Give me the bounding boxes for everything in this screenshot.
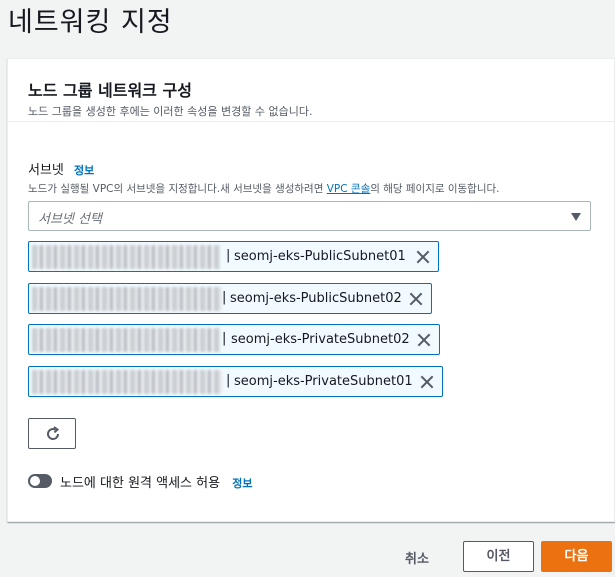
subnets-description: 노드가 실행될 VPC의 서브넷을 지정합니다.새 서브넷을 생성하려면 VPC…: [28, 181, 500, 196]
caret-down-icon: [571, 213, 581, 221]
token-separator: |: [226, 248, 231, 263]
subnet-token: | seomj-eks-PublicSubnet02: [28, 283, 432, 314]
subnet-name: seomj-eks-PrivateSubnet01: [234, 374, 413, 389]
subnet-name: seomj-eks-PrivateSubnet02: [231, 332, 410, 347]
refresh-icon: [47, 426, 60, 440]
subnet-name: seomj-eks-PublicSubnet01: [234, 249, 406, 264]
panel-title: 노드 그룹 네트워크 구성: [28, 81, 192, 100]
remote-access-toggle[interactable]: [28, 474, 52, 488]
token-separator: |: [226, 373, 231, 388]
subnets-label-row: 서브넷 정보: [28, 159, 94, 178]
remote-access-label-row: 노드에 대한 원격 액세스 허용 정보: [60, 472, 252, 491]
close-icon[interactable]: [417, 333, 431, 347]
subnet-token: | seomj-eks-PrivateSubnet02: [28, 324, 440, 355]
subnet-token: | seomj-eks-PublicSubnet01: [28, 241, 439, 272]
subnets-label: 서브넷: [28, 163, 64, 178]
previous-button[interactable]: 이전: [463, 541, 534, 572]
subnet-id-redacted: [32, 370, 222, 394]
panel-header: 노드 그룹 네트워크 구성 노드 그룹을 생성한 후에는 이러한 속성을 변경할…: [8, 59, 614, 122]
token-separator: |: [222, 331, 227, 346]
subnets-desc-text-end: 의 해당 페이지로 이동합니다.: [370, 183, 500, 195]
subnet-id-redacted: [32, 245, 220, 269]
subnet-name: seomj-eks-PublicSubnet02: [230, 291, 402, 306]
subnet-select-placeholder: 서브넷 선택: [38, 212, 102, 227]
token-separator: |: [222, 290, 227, 305]
subnet-id-redacted: [32, 287, 222, 311]
close-icon[interactable]: [409, 292, 423, 306]
remote-access-info-link[interactable]: 정보: [232, 477, 252, 490]
subnets-desc-text: 노드가 실행될 VPC의 서브넷을 지정합니다.새 서브넷을 생성하려면: [28, 183, 327, 195]
remote-access-label: 노드에 대한 원격 액세스 허용: [60, 476, 221, 491]
subnet-token: | seomj-eks-PrivateSubnet01: [28, 366, 443, 397]
vpc-console-link[interactable]: VPC 콘솔: [327, 183, 371, 195]
cancel-button[interactable]: 취소: [405, 548, 429, 567]
close-icon[interactable]: [416, 250, 430, 264]
panel-description: 노드 그룹을 생성한 후에는 이러한 속성을 변경할 수 없습니다.: [28, 105, 313, 118]
close-icon[interactable]: [420, 375, 434, 389]
subnet-select[interactable]: 서브넷 선택: [28, 201, 591, 231]
refresh-button[interactable]: [28, 418, 76, 449]
subnets-info-link[interactable]: 정보: [74, 164, 94, 177]
toggle-knob: [30, 476, 40, 486]
next-button[interactable]: 다음: [541, 541, 612, 572]
page-title: 네트워킹 지정: [8, 7, 173, 38]
subnet-id-redacted: [32, 328, 220, 352]
network-config-panel: 노드 그룹 네트워크 구성 노드 그룹을 생성한 후에는 이러한 속성을 변경할…: [7, 58, 615, 522]
